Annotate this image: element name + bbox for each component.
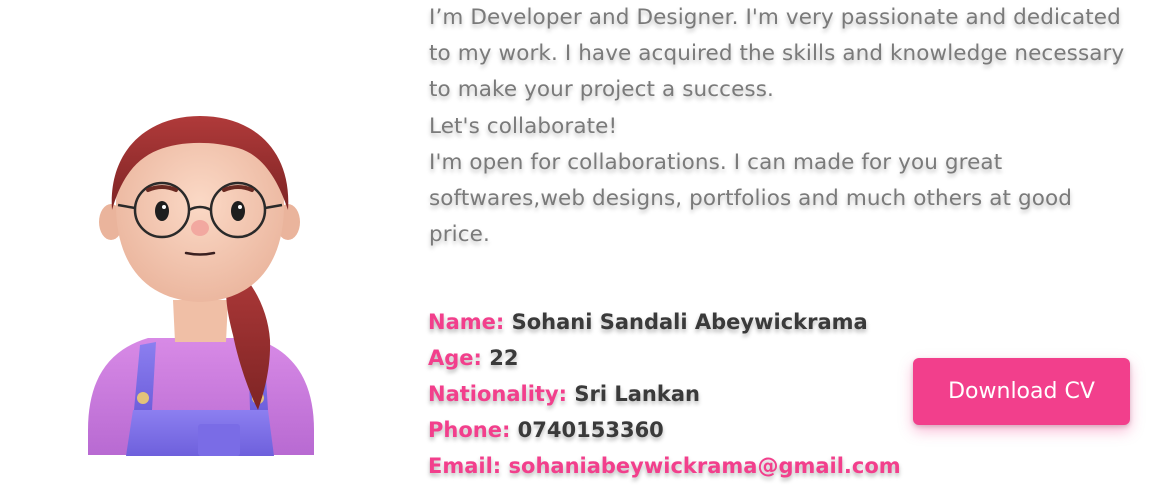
bio-text: I’m Developer and Designer. I'm very pas… xyxy=(429,0,1129,253)
nationality-value: Sri Lankan xyxy=(574,382,700,406)
phone-value: 0740153360 xyxy=(517,418,664,442)
bio-paragraph: I'm open for collaborations. I can made … xyxy=(429,149,1072,248)
nationality-label: Nationality: xyxy=(428,382,568,406)
age-value: 22 xyxy=(489,346,519,370)
info-row-age: Age: 22 xyxy=(428,340,901,376)
age-label: Age: xyxy=(428,346,482,370)
info-row-phone: Phone: 0740153360 xyxy=(428,412,901,448)
avatar xyxy=(78,110,323,470)
avatar-illustration xyxy=(88,116,314,456)
phone-label: Phone: xyxy=(428,418,511,442)
name-label: Name: xyxy=(428,310,505,334)
about-section: I’m Developer and Designer. I'm very pas… xyxy=(0,0,1152,501)
bio-paragraph: I’m Developer and Designer. I'm very pas… xyxy=(429,5,1125,103)
bio-paragraph: Let's collaborate! xyxy=(429,113,618,139)
info-row-nationality: Nationality: Sri Lankan xyxy=(428,376,901,412)
name-value: Sohani Sandali Abeywickrama xyxy=(511,310,868,334)
email-label: Email: xyxy=(428,454,502,478)
download-cv-button[interactable]: Download CV xyxy=(913,358,1130,425)
info-row-email: Email: sohaniabeywickrama@gmail.com xyxy=(428,448,901,484)
info-row-name: Name: Sohani Sandali Abeywickrama xyxy=(428,304,901,340)
personal-info: Name: Sohani Sandali Abeywickrama Age: 2… xyxy=(428,304,901,484)
email-link[interactable]: sohaniabeywickrama@gmail.com xyxy=(509,454,901,478)
